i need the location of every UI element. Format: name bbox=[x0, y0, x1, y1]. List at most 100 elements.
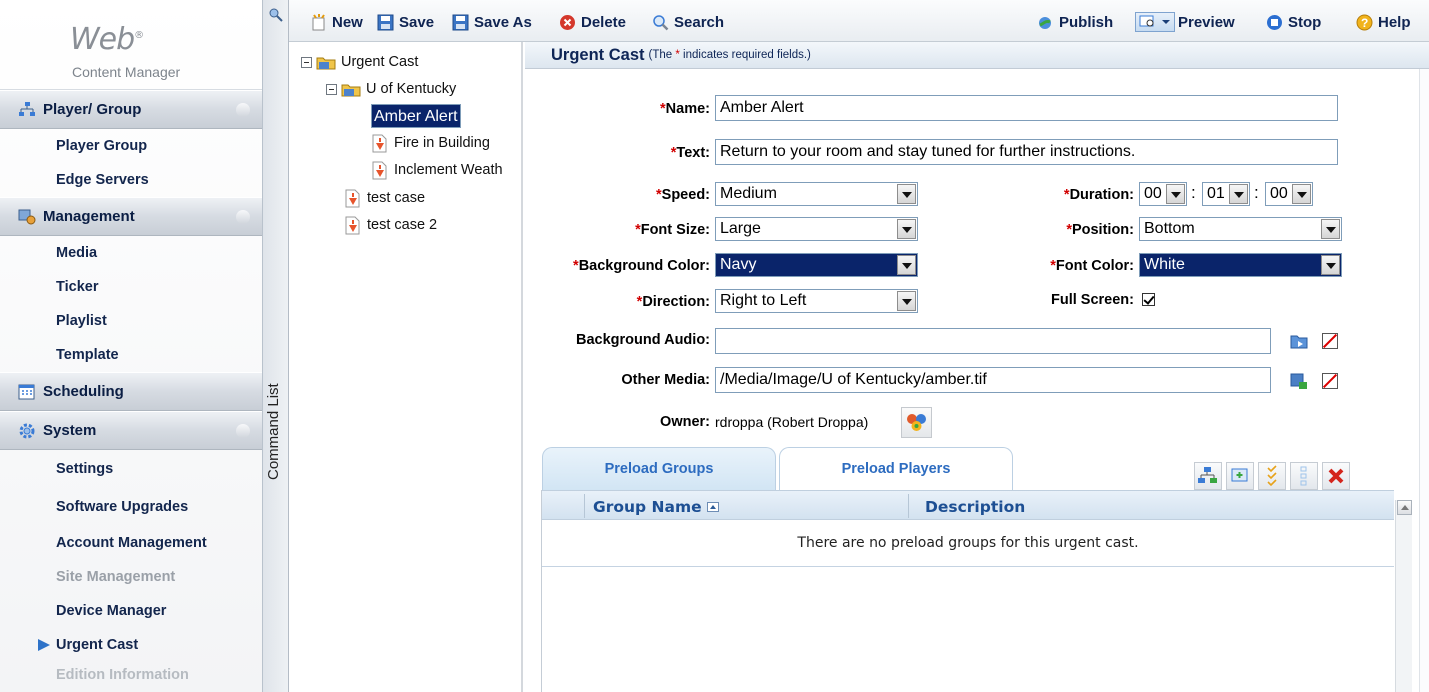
tab-preload-players[interactable]: Preload Players bbox=[779, 447, 1013, 490]
tree-node-inclement-weather[interactable]: Inclement Weath bbox=[371, 159, 503, 181]
direction-select[interactable]: Right to Left bbox=[715, 289, 918, 313]
folder-icon bbox=[341, 82, 361, 97]
font-size-select[interactable]: Large bbox=[715, 217, 918, 241]
sort-ascending-icon bbox=[707, 502, 720, 512]
nav-group-label: Scheduling bbox=[43, 383, 124, 400]
time-separator: : bbox=[1254, 183, 1259, 202]
nav-item-urgent-cast[interactable]: Urgent Cast bbox=[0, 628, 262, 662]
collapse-toggle-icon[interactable] bbox=[326, 83, 337, 95]
dropdown-arrow-icon[interactable] bbox=[1166, 184, 1185, 204]
urgent-cast-editor: Urgent Cast (The * indicates required fi… bbox=[525, 42, 1429, 692]
nav-group-player-group[interactable]: Player/ Group bbox=[0, 90, 262, 129]
dropdown-arrow-icon[interactable] bbox=[1321, 255, 1340, 275]
nav-item-site-management: Site Management bbox=[56, 569, 176, 585]
dropdown-arrow-icon[interactable] bbox=[1229, 184, 1248, 204]
nav-group-system[interactable]: System bbox=[0, 411, 262, 450]
tree-node-folder[interactable]: U of Kentucky bbox=[326, 78, 456, 100]
dropdown-arrow-icon[interactable] bbox=[1321, 219, 1340, 239]
column-header-description[interactable]: Description bbox=[925, 498, 1025, 516]
nav-item-playlist[interactable]: Playlist bbox=[0, 304, 262, 338]
svg-text:?: ? bbox=[1361, 16, 1368, 30]
browse-media-icon[interactable] bbox=[1290, 372, 1308, 390]
other-media-field[interactable]: /Media/Image/U of Kentucky/amber.tif bbox=[715, 367, 1271, 393]
collapse-icon[interactable] bbox=[236, 210, 250, 224]
text-field[interactable]: Return to your room and stay tuned for f… bbox=[715, 139, 1338, 165]
save-as-icon bbox=[452, 14, 469, 31]
delete-icon bbox=[559, 14, 576, 31]
tab-preload-groups[interactable]: Preload Groups bbox=[542, 447, 776, 490]
name-field[interactable]: Amber Alert bbox=[715, 95, 1338, 121]
nav-item-edition-information[interactable]: Edition Information bbox=[0, 662, 262, 688]
nav-item-media[interactable]: Media bbox=[0, 236, 262, 270]
grid-scrollbar[interactable] bbox=[1395, 500, 1412, 692]
nav-item-ticker[interactable]: Ticker bbox=[0, 270, 262, 304]
change-owner-icon[interactable] bbox=[901, 407, 932, 438]
dropdown-arrow-icon[interactable] bbox=[897, 255, 916, 275]
save-button[interactable]: Save bbox=[377, 12, 434, 32]
background-audio-field[interactable] bbox=[715, 328, 1271, 354]
collapse-icon[interactable] bbox=[236, 424, 250, 438]
dropdown-arrow-icon[interactable] bbox=[897, 291, 916, 311]
add-group-icon[interactable] bbox=[1194, 462, 1222, 490]
scroll-up-icon[interactable] bbox=[1397, 500, 1412, 515]
save-as-button[interactable]: Save As bbox=[452, 12, 532, 32]
duration-label: *Duration: bbox=[1063, 187, 1134, 203]
current-arrow-icon bbox=[38, 639, 50, 651]
nav-item-software-upgrades[interactable]: Software Upgrades bbox=[0, 488, 262, 526]
nav-item-edge-servers[interactable]: Edge Servers bbox=[0, 163, 262, 197]
gear-icon bbox=[18, 422, 36, 440]
command-list-label: Command List bbox=[265, 383, 282, 480]
preview-button[interactable]: Preview bbox=[1135, 12, 1235, 32]
nav-item-device-manager[interactable]: Device Manager bbox=[0, 594, 262, 628]
tree-node-root[interactable]: Urgent Cast bbox=[301, 51, 418, 73]
nav-group-scheduling[interactable]: Scheduling bbox=[0, 372, 262, 411]
text-label: *Text: bbox=[670, 145, 710, 161]
select-all-icon[interactable] bbox=[1258, 462, 1286, 490]
urgent-cast-icon bbox=[371, 161, 388, 180]
nav-group-management[interactable]: Management bbox=[0, 197, 262, 236]
speed-select[interactable]: Medium bbox=[715, 182, 918, 206]
clear-audio-icon[interactable] bbox=[1322, 333, 1338, 349]
duration-seconds-select[interactable]: 00 bbox=[1265, 182, 1313, 206]
tree-node-fire-in-building[interactable]: Fire in Building bbox=[371, 132, 490, 154]
delete-button[interactable]: Delete bbox=[559, 12, 626, 32]
search-button[interactable]: Search bbox=[652, 12, 724, 32]
stop-button[interactable]: Stop bbox=[1266, 12, 1321, 32]
browse-audio-icon[interactable] bbox=[1290, 332, 1308, 350]
duration-hours-select[interactable]: 00 bbox=[1139, 182, 1187, 206]
name-label: *Name: bbox=[660, 101, 710, 117]
font-color-select[interactable]: White bbox=[1139, 253, 1342, 277]
tree-node-amber-alert[interactable]: Amber Alert bbox=[371, 104, 461, 128]
full-screen-checkbox[interactable] bbox=[1142, 293, 1155, 306]
app-logo: Web® Content Manager bbox=[0, 0, 262, 90]
direction-label: *Direction: bbox=[636, 294, 710, 310]
tree-node-test-case[interactable]: test case bbox=[344, 187, 425, 209]
help-button[interactable]: ? Help bbox=[1356, 12, 1411, 32]
collapse-toggle-icon[interactable] bbox=[301, 56, 312, 68]
management-icon bbox=[18, 208, 36, 226]
nav-item-template[interactable]: Template bbox=[0, 338, 262, 372]
nav-group-label: Management bbox=[43, 208, 135, 225]
command-list-strip[interactable]: Command List bbox=[263, 0, 289, 692]
urgent-cast-icon bbox=[371, 134, 388, 153]
remove-icon[interactable] bbox=[1322, 462, 1350, 490]
duration-minutes-select[interactable]: 01 bbox=[1202, 182, 1250, 206]
position-select[interactable]: Bottom bbox=[1139, 217, 1342, 241]
pin-icon[interactable] bbox=[269, 8, 283, 22]
deselect-all-icon[interactable] bbox=[1290, 462, 1318, 490]
collapse-icon[interactable] bbox=[236, 103, 250, 117]
publish-button[interactable]: Publish bbox=[1037, 12, 1113, 32]
dropdown-arrow-icon[interactable] bbox=[1292, 184, 1311, 204]
background-color-select[interactable]: Navy bbox=[715, 253, 918, 277]
new-button[interactable]: New bbox=[310, 12, 363, 32]
column-header-group-name[interactable]: Group Name bbox=[593, 498, 720, 516]
tree-node-test-case-2[interactable]: test case 2 bbox=[344, 214, 437, 236]
nav-item-player-group[interactable]: Player Group bbox=[0, 129, 262, 163]
dropdown-arrow-icon[interactable] bbox=[897, 184, 916, 204]
nav-item-settings[interactable]: Settings bbox=[0, 450, 262, 488]
background-audio-label: Background Audio: bbox=[576, 332, 710, 348]
nav-item-account-management[interactable]: Account Management bbox=[0, 526, 262, 560]
add-item-icon[interactable] bbox=[1226, 462, 1254, 490]
dropdown-arrow-icon[interactable] bbox=[897, 219, 916, 239]
clear-media-icon[interactable] bbox=[1322, 373, 1338, 389]
